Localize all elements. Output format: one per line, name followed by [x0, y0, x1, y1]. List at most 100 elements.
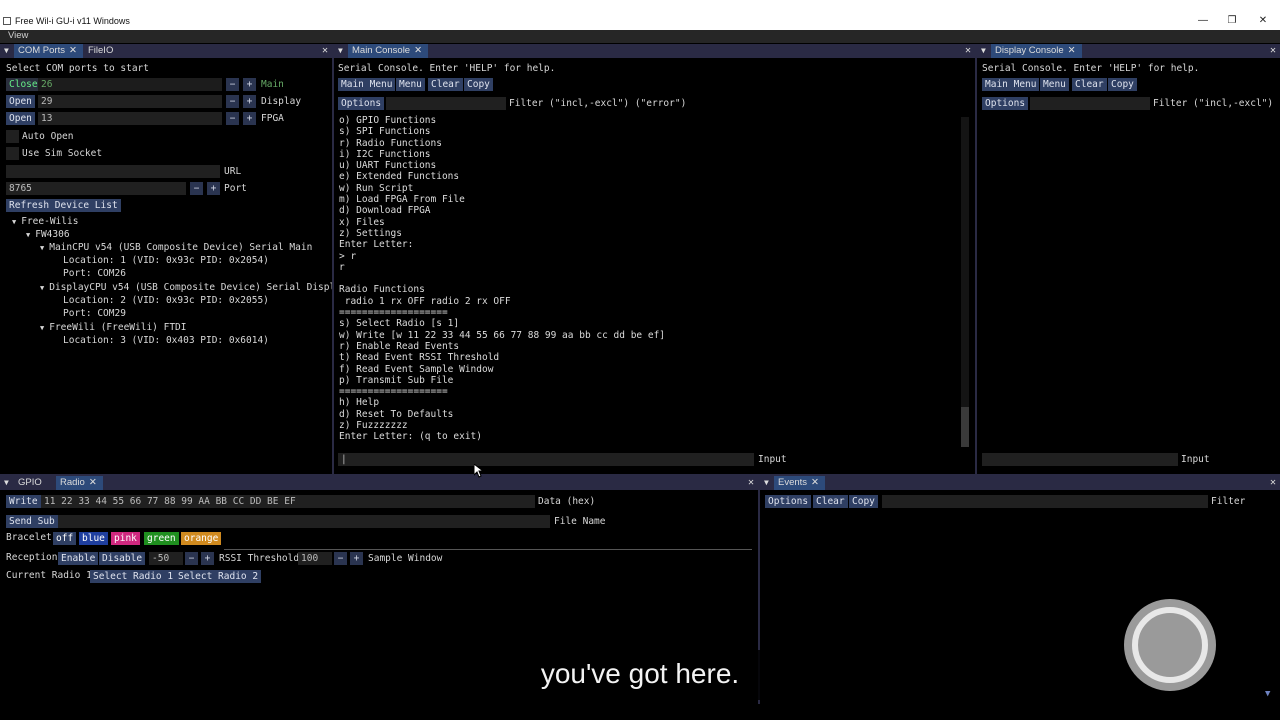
- resize-grip-icon[interactable]: ▼: [1265, 689, 1270, 699]
- tree-item[interactable]: ▼ MainCPU v54 (USB Composite Device) Seri…: [40, 241, 312, 255]
- close-tab-icon[interactable]: ✕: [1068, 45, 1076, 56]
- tab-gpio[interactable]: GPIO: [14, 476, 48, 490]
- display-intro: Serial Console. Enter 'HELP' for help.: [982, 63, 1200, 74]
- bracelet-green-button[interactable]: green: [144, 532, 179, 545]
- write-button[interactable]: Write: [6, 495, 41, 508]
- close-tab-icon[interactable]: ✕: [69, 45, 77, 56]
- main-decrement[interactable]: −: [226, 78, 239, 91]
- bracelet-blue-button[interactable]: blue: [79, 532, 108, 545]
- display-increment[interactable]: +: [243, 95, 256, 108]
- console-line: Enter Letter: (q to exit): [339, 431, 482, 443]
- close-tab-icon[interactable]: ✕: [811, 477, 819, 488]
- tree-item[interactable]: ▼ Free-Wilis: [12, 215, 78, 229]
- console-scrollbar[interactable]: [961, 117, 969, 447]
- main-increment[interactable]: +: [243, 78, 256, 91]
- open-fpga-button[interactable]: Open: [6, 112, 35, 125]
- radio-tabbar: ▼ GPIO Radio ✕ ✕: [0, 476, 758, 490]
- fpga-decrement[interactable]: −: [226, 112, 239, 125]
- select-radio-1-button[interactable]: Select Radio 1: [90, 570, 177, 583]
- display-console-input[interactable]: [982, 453, 1178, 466]
- console-line: ===================: [339, 386, 448, 398]
- bracelet-off-button[interactable]: off: [53, 532, 77, 545]
- display-filter-input[interactable]: [1030, 97, 1150, 110]
- rssi-decrement[interactable]: −: [185, 552, 198, 565]
- rssi-increment[interactable]: +: [201, 552, 214, 565]
- close-main-button[interactable]: Close: [6, 78, 41, 91]
- display-decrement[interactable]: −: [226, 95, 239, 108]
- display-clear-button[interactable]: Clear: [1072, 78, 1107, 91]
- url-input[interactable]: [6, 165, 220, 178]
- close-panel-icon[interactable]: ✕: [748, 476, 754, 490]
- display-console-panel: ▼ Display Console ✕ ✕ Serial Console. Ent…: [977, 44, 1280, 474]
- display-options-button[interactable]: Options: [982, 97, 1029, 110]
- disable-button[interactable]: Disable: [99, 552, 146, 565]
- send-sub-button[interactable]: Send Sub: [6, 515, 58, 528]
- write-data-input[interactable]: 11 22 33 44 55 66 77 88 99 AA BB CC DD B…: [41, 495, 535, 508]
- panel-menu-icon[interactable]: ▼: [338, 44, 343, 58]
- panel-menu-icon[interactable]: ▼: [4, 44, 9, 58]
- tab-radio[interactable]: Radio ✕: [56, 476, 103, 490]
- auto-open-checkbox[interactable]: [6, 130, 19, 143]
- port-increment[interactable]: +: [207, 182, 220, 195]
- display-menu-button[interactable]: Menu: [1040, 78, 1069, 91]
- use-sim-checkbox[interactable]: [6, 147, 19, 160]
- tab-fileio[interactable]: FileIO: [84, 44, 119, 58]
- scrollbar-thumb[interactable]: [961, 407, 969, 447]
- menu-button[interactable]: Menu: [396, 78, 425, 91]
- filter-input[interactable]: [386, 97, 506, 110]
- tab-com-ports[interactable]: COM Ports ✕: [14, 44, 83, 58]
- events-copy-button[interactable]: Copy: [849, 495, 878, 508]
- panel-menu-icon[interactable]: ▼: [981, 44, 986, 58]
- select-radio-2-button[interactable]: Select Radio 2: [175, 570, 262, 583]
- main-menu-button[interactable]: Main Menu: [338, 78, 396, 91]
- display-main-menu-button[interactable]: Main Menu: [982, 78, 1040, 91]
- rssi-input[interactable]: -50: [149, 552, 183, 565]
- bracelet-pink-button[interactable]: pink: [111, 532, 140, 545]
- events-filter-input[interactable]: [882, 495, 1208, 508]
- options-button[interactable]: Options: [338, 97, 385, 110]
- port-input[interactable]: 8765: [6, 182, 186, 195]
- console-input[interactable]: |: [338, 453, 754, 466]
- close-tab-icon[interactable]: ✕: [414, 45, 422, 56]
- menu-view[interactable]: View: [8, 30, 28, 41]
- close-panel-icon[interactable]: ✕: [1270, 44, 1276, 58]
- copy-button[interactable]: Copy: [464, 78, 493, 91]
- bracelet-orange-button[interactable]: orange: [181, 532, 222, 545]
- tab-events[interactable]: Events ✕: [774, 476, 826, 490]
- tree-leaf: Location: 2 (VID: 0x93c PID: 0x2055): [63, 295, 269, 306]
- rssi-label: RSSI Threshold: [219, 553, 300, 564]
- tab-main-console[interactable]: Main Console ✕: [348, 44, 429, 58]
- file-name-input[interactable]: [58, 515, 550, 528]
- tree-item[interactable]: ▼ FW4306: [26, 228, 70, 242]
- close-panel-icon[interactable]: ✕: [322, 44, 328, 58]
- close-panel-icon[interactable]: ✕: [1270, 476, 1276, 490]
- close-tab-icon[interactable]: ✕: [89, 477, 97, 488]
- tree-item[interactable]: ▼ FreeWili (FreeWili) FTDI: [40, 321, 187, 335]
- panel-menu-icon[interactable]: ▼: [4, 476, 9, 490]
- events-clear-button[interactable]: Clear: [813, 495, 848, 508]
- display-copy-button[interactable]: Copy: [1108, 78, 1137, 91]
- tab-display-console[interactable]: Display Console ✕: [991, 44, 1082, 58]
- display-port-input[interactable]: 29: [38, 95, 222, 108]
- tree-item[interactable]: ▼ DisplayCPU v54 (USB Composite Device) S…: [40, 281, 332, 295]
- enable-button[interactable]: Enable: [58, 552, 99, 565]
- close-panel-icon[interactable]: ✕: [965, 44, 971, 58]
- fpga-port-input[interactable]: 13: [38, 112, 222, 125]
- minimize-icon[interactable]: —: [1193, 14, 1213, 28]
- sample-window-input[interactable]: 100: [298, 552, 332, 565]
- console-line: o) GPIO Functions: [339, 115, 437, 126]
- events-options-button[interactable]: Options: [765, 495, 812, 508]
- refresh-device-list-button[interactable]: Refresh Device List: [6, 199, 121, 212]
- main-port-input[interactable]: 26: [38, 78, 222, 91]
- clear-button[interactable]: Clear: [428, 78, 463, 91]
- panel-menu-icon[interactable]: ▼: [764, 476, 769, 490]
- close-window-icon[interactable]: ✕: [1253, 14, 1273, 28]
- sample-window-label: Sample Window: [368, 553, 443, 564]
- port-decrement[interactable]: −: [190, 182, 203, 195]
- maximize-icon[interactable]: ❐: [1222, 14, 1242, 28]
- open-display-button[interactable]: Open: [6, 95, 35, 108]
- sample-decrement[interactable]: −: [334, 552, 347, 565]
- fpga-increment[interactable]: +: [243, 112, 256, 125]
- sample-increment[interactable]: +: [350, 552, 363, 565]
